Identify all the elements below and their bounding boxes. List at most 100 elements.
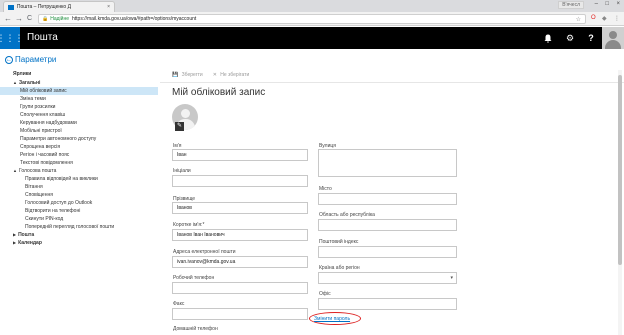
sidebar-item[interactable]: Керування надбудовами	[0, 119, 158, 127]
tab-close-icon[interactable]: ×	[107, 4, 110, 10]
sidebar-item-label: Регіон і часовий пояс	[20, 152, 70, 158]
bookmark-star-icon[interactable]: ☆	[576, 16, 581, 23]
email-field[interactable]: ivan.ivanov@kmda.gov.ua	[172, 256, 308, 268]
app-title[interactable]: Пошта	[27, 32, 58, 43]
opera-extension-icon[interactable]: O	[591, 15, 596, 21]
form-toolbar: 💾 Зберегти ✕ Не зберігати	[172, 72, 249, 78]
state-field[interactable]	[318, 219, 457, 231]
menu-dots-icon[interactable]: ⋮	[614, 15, 620, 22]
sidebar-item[interactable]: Регіон і часовий пояс	[0, 151, 158, 159]
fax-field[interactable]	[172, 308, 308, 320]
settings-gear-icon[interactable]: ⚙	[560, 27, 580, 49]
city-label: Місто	[319, 186, 332, 192]
sidebar-item[interactable]: Голосовий доступ до Outlook	[0, 199, 158, 207]
sidebar-item-label: Скинути PIN-код	[25, 216, 64, 222]
save-button[interactable]: 💾 Зберегти	[172, 72, 203, 78]
back-button[interactable]: ←	[4, 14, 12, 23]
display-name-field[interactable]: Іванов Іван Іванович	[172, 229, 308, 241]
maximize-button[interactable]: □	[605, 1, 609, 7]
user-avatar[interactable]	[602, 27, 624, 49]
dropdown-arrow-icon: ▾	[450, 275, 453, 281]
sidebar-item-label: Загальні	[18, 80, 41, 86]
sidebar-item-label: Зміна теми	[20, 96, 46, 102]
browser-tabstrip: Пошта – Петрущенко Д × В'ячесл – □ ×	[0, 0, 624, 12]
address-bar[interactable]: 🔒 Надійне https://mail.kmda.gov.ua/owa/#…	[38, 14, 586, 24]
reload-button[interactable]: C	[27, 14, 32, 23]
sidebar-item-label: Сповіщення	[25, 192, 53, 198]
options-nav: Ярлики ▲ Загальні Мій обліковий запис Зміна …	[0, 70, 158, 247]
notification-bell-icon[interactable]	[538, 27, 558, 49]
postal-label: Поштовий індекс	[319, 239, 359, 245]
initials-field[interactable]	[172, 175, 308, 187]
back-arrow-icon: ←	[5, 55, 13, 64]
sidebar-item[interactable]: ▲ Загальні	[0, 79, 158, 87]
sidebar-item[interactable]: Правила відповідей на виклики	[0, 175, 158, 183]
sidebar-item[interactable]: Мобільні пристрої	[0, 127, 158, 135]
minimize-button[interactable]: –	[595, 1, 598, 7]
close-window-button[interactable]: ×	[616, 1, 620, 7]
country-select[interactable]: ▾	[318, 272, 457, 284]
browser-tab[interactable]: Пошта – Петрущенко Д ×	[3, 1, 115, 12]
city-field[interactable]	[318, 193, 457, 205]
tab-title: Пошта – Петрущенко Д	[16, 4, 71, 10]
sidebar-item[interactable]: ▶ Пошта	[0, 231, 158, 239]
sidebar-item[interactable]: Відтворити на телефоні	[0, 207, 158, 215]
expand-caret-icon: ▲	[13, 80, 17, 85]
country-label: Країна або регіон	[319, 265, 360, 271]
work-phone-field[interactable]	[172, 282, 308, 294]
app-launcher-icon[interactable]: ⋮⋮⋮	[0, 27, 24, 49]
browser-toolbar: ← → C 🔒 Надійне https://mail.kmda.gov.ua…	[0, 12, 624, 26]
discard-button[interactable]: ✕ Не зберігати	[213, 72, 250, 78]
options-back-link[interactable]: ← Параметри	[5, 55, 56, 64]
extension-icon[interactable]: ◆	[602, 15, 607, 22]
sidebar-item[interactable]: Ярлики	[0, 70, 158, 78]
lock-icon: 🔒	[42, 16, 49, 22]
office-field[interactable]	[318, 298, 457, 310]
edit-photo-icon[interactable]: ✎	[175, 122, 184, 131]
help-icon[interactable]: ?	[581, 27, 601, 49]
sidebar-item-label: Пошта	[18, 232, 35, 238]
expand-caret-icon: ▶	[13, 240, 17, 245]
sidebar-item[interactable]: Зміна теми	[0, 95, 158, 103]
sidebar-item-label: Мобільні пристрої	[20, 128, 62, 134]
street-field[interactable]	[318, 149, 457, 177]
profile-label[interactable]: В'ячесл	[558, 1, 584, 9]
expand-caret-icon: ▶	[13, 232, 17, 237]
work-phone-label: Робочий телефон	[173, 275, 215, 281]
owa-header: ⋮⋮⋮ Пошта ⚙ ?	[0, 27, 624, 49]
sidebar-item[interactable]: Вітання	[0, 183, 158, 191]
sidebar-item[interactable]: Групи розсилки	[0, 103, 158, 111]
sidebar-item-label: Мій обліковий запис	[20, 88, 67, 94]
sidebar-item-label: Голосова пошта	[18, 168, 57, 174]
sidebar-item[interactable]: Мій обліковий запис	[0, 87, 158, 95]
fax-label: Факс	[173, 301, 185, 307]
forward-button[interactable]: →	[15, 14, 23, 23]
scrollbar-thumb[interactable]	[618, 75, 622, 265]
sidebar-item[interactable]: ▶ Календар	[0, 239, 158, 247]
sidebar-item-label: Сполучення клавіш	[20, 112, 66, 118]
postal-field[interactable]	[318, 246, 457, 258]
change-password-link[interactable]: Змінити пароль	[314, 316, 350, 322]
home-phone-label: Домашній телефон	[173, 326, 218, 332]
sidebar-item-label: Правила відповідей на виклики	[25, 176, 98, 182]
display-name-label: Коротке ім'я:*	[173, 222, 205, 228]
sidebar-item[interactable]: Попередній перегляд голосової пошти	[0, 223, 158, 231]
sidebar-item[interactable]: Сполучення клавіш	[0, 111, 158, 119]
first-name-field[interactable]: Іван	[172, 149, 308, 161]
sidebar-item[interactable]: Параметри автономного доступу	[0, 135, 158, 143]
sidebar-item-label: Групи розсилки	[20, 104, 56, 110]
sidebar-item[interactable]: ▲ Голосова пошта	[0, 167, 158, 175]
save-icon: 💾	[172, 72, 179, 78]
last-name-field[interactable]: Іванов	[172, 202, 308, 214]
url-text[interactable]: https://mail.kmda.gov.ua/owa/#path=/opti…	[72, 16, 196, 22]
initials-label: Ініціали	[173, 168, 191, 174]
email-label: Адреса електронної пошти	[173, 249, 236, 255]
secure-label: Надійне	[50, 16, 69, 22]
sidebar-item-label: Попередній перегляд голосової пошти	[25, 224, 115, 230]
photo-head-shape	[181, 109, 190, 118]
sidebar-item[interactable]: Спрощена версія	[0, 143, 158, 151]
sidebar-item[interactable]: Сповіщення	[0, 191, 158, 199]
sidebar-item[interactable]: Текстові повідомлення	[0, 159, 158, 167]
sidebar-item-label: Параметри автономного доступу	[20, 136, 97, 142]
sidebar-item[interactable]: Скинути PIN-код	[0, 215, 158, 223]
